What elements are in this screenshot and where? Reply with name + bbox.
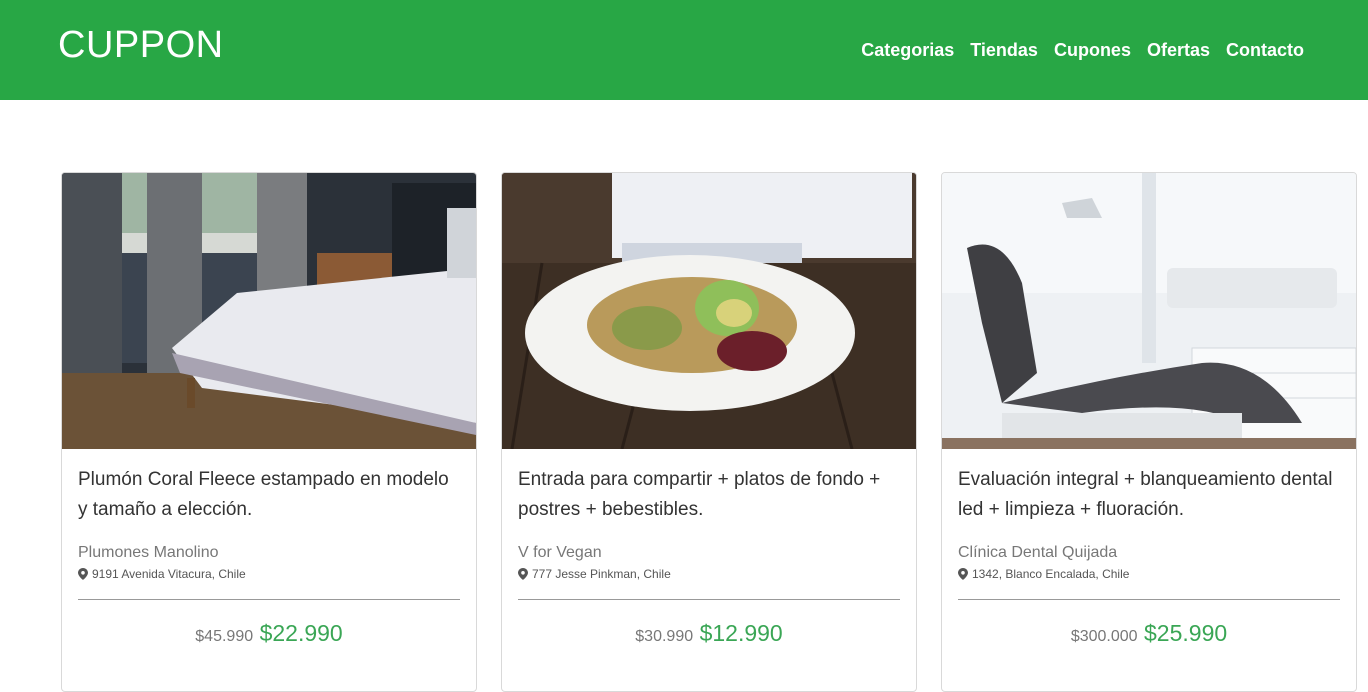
vendor-name: Clínica Dental Quijada bbox=[958, 544, 1118, 561]
vendor-address: 9191 Avenida Vitacura, Chile bbox=[78, 567, 460, 581]
price-row: $45.990 $22.990 bbox=[78, 620, 460, 647]
bedroom-photo[interactable] bbox=[62, 173, 476, 449]
map-marker-icon bbox=[958, 568, 968, 580]
brand-logo[interactable]: CUPPON bbox=[58, 24, 224, 67]
vendor-address: 777 Jesse Pinkman, Chile bbox=[518, 567, 900, 581]
nav-link-ofertas[interactable]: Ofertas bbox=[1147, 38, 1210, 62]
nav-link-categorias[interactable]: Categorias bbox=[861, 38, 954, 62]
old-price: $30.990 bbox=[635, 628, 694, 645]
deal-card[interactable]: Entrada para compartir + platos de fondo… bbox=[501, 172, 917, 692]
address-text: 777 Jesse Pinkman, Chile bbox=[532, 567, 671, 581]
new-price: $22.990 bbox=[259, 620, 343, 646]
salad-plate-photo[interactable] bbox=[502, 173, 916, 449]
price-row: $30.990 $12.990 bbox=[518, 620, 900, 647]
address-text: 9191 Avenida Vitacura, Chile bbox=[92, 567, 246, 581]
top-navbar: CUPPON Categorias Tiendas Cupones Oferta… bbox=[0, 0, 1368, 100]
vendor-name: V for Vegan bbox=[518, 544, 602, 561]
price-row: $300.000 $25.990 bbox=[958, 620, 1340, 647]
dental-chair-photo[interactable] bbox=[942, 173, 1356, 449]
deal-title[interactable]: Evaluación integral + blanqueamiento den… bbox=[958, 465, 1340, 527]
map-marker-icon bbox=[78, 568, 88, 580]
divider bbox=[958, 599, 1340, 600]
map-marker-icon bbox=[518, 568, 528, 580]
old-price: $45.990 bbox=[195, 628, 254, 645]
nav-link-tiendas[interactable]: Tiendas bbox=[970, 38, 1038, 62]
new-price: $12.990 bbox=[699, 620, 783, 646]
vendor-name: Plumones Manolino bbox=[78, 544, 219, 561]
nav-link-cupones[interactable]: Cupones bbox=[1054, 38, 1131, 62]
vendor-address: 1342, Blanco Encalada, Chile bbox=[958, 567, 1340, 581]
deal-card[interactable]: Plumón Coral Fleece estampado en modelo … bbox=[61, 172, 477, 692]
divider bbox=[78, 599, 460, 600]
deal-card[interactable]: Evaluación integral + blanqueamiento den… bbox=[941, 172, 1357, 692]
nav-link-contacto[interactable]: Contacto bbox=[1226, 38, 1304, 62]
deal-title[interactable]: Entrada para compartir + platos de fondo… bbox=[518, 465, 900, 527]
deal-title[interactable]: Plumón Coral Fleece estampado en modelo … bbox=[78, 465, 460, 527]
new-price: $25.990 bbox=[1144, 620, 1228, 646]
divider bbox=[518, 599, 900, 600]
old-price: $300.000 bbox=[1070, 628, 1138, 645]
main-nav: Categorias Tiendas Cupones Ofertas Conta… bbox=[861, 38, 1304, 62]
address-text: 1342, Blanco Encalada, Chile bbox=[972, 567, 1130, 581]
